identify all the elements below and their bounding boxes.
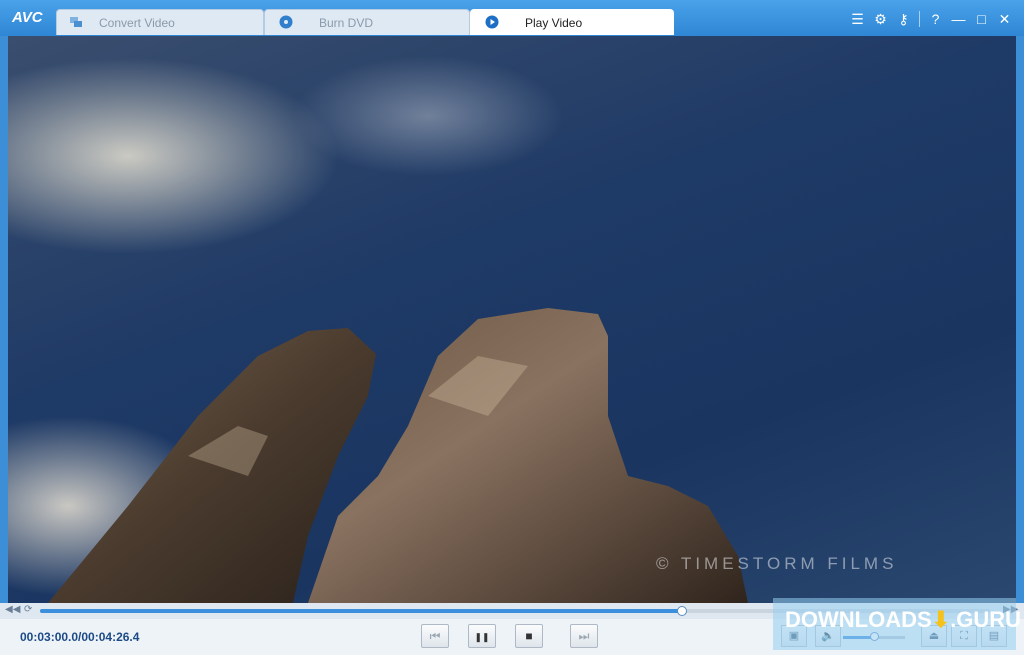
previous-button[interactable]: ⏮ — [421, 624, 449, 648]
watermark-text: DOWNLOADS⬇.GURU — [785, 607, 1021, 633]
pause-button[interactable]: ❚❚ — [468, 624, 496, 648]
video-viewport[interactable]: © TIMESTORM FILMS — [8, 36, 1016, 603]
tab-convert-video[interactable]: Convert Video — [56, 9, 264, 35]
video-frame-image — [48, 308, 748, 603]
pause-icon: ❚❚ — [474, 632, 490, 642]
watermark-brand-right: .GURU — [950, 607, 1021, 632]
tab-label: Burn DVD — [319, 16, 374, 30]
separator — [919, 11, 920, 27]
loop-icon[interactable]: ⟳ — [24, 604, 32, 615]
watermark-brand-left: DOWNLOADS — [785, 607, 932, 632]
close-icon[interactable]: ✕ — [993, 10, 1016, 28]
gear-icon[interactable]: ⚙ — [869, 10, 892, 28]
play-circle-icon — [485, 15, 499, 29]
previous-icon: ⏮ — [429, 629, 441, 643]
tab-label: Play Video — [525, 16, 583, 30]
stop-button[interactable]: ■ — [515, 624, 543, 648]
list-icon[interactable]: ☰ — [846, 10, 869, 28]
seek-handle[interactable] — [677, 606, 688, 616]
help-icon[interactable]: ? — [924, 10, 947, 28]
video-watermark: © TIMESTORM FILMS — [656, 554, 898, 573]
next-button[interactable]: ⏭ — [570, 624, 598, 648]
seek-progress — [40, 609, 683, 613]
tab-play-video[interactable]: Play Video — [470, 9, 674, 35]
minimize-icon[interactable]: — — [947, 10, 970, 28]
convert-icon — [70, 17, 82, 27]
timecode: 00:03:00.0/00:04:26.4 — [20, 630, 140, 644]
tab-burn-dvd[interactable]: Burn DVD — [264, 9, 470, 35]
window-controls: ☰ ⚙ ⚷ ? — □ ✕ — [846, 10, 1016, 28]
seek-back-icon[interactable]: ◀◀ — [5, 604, 20, 615]
key-icon[interactable]: ⚷ — [892, 10, 915, 28]
title-bar: AVC Convert Video Burn DVD Play Video ☰ … — [0, 0, 1024, 36]
downloads-guru-watermark: DOWNLOADS⬇.GURU — [773, 598, 1021, 650]
download-arrow-icon: ⬇ — [931, 607, 951, 632]
tab-label: Convert Video — [99, 16, 175, 30]
stop-icon: ■ — [525, 629, 533, 643]
next-icon: ⏭ — [578, 629, 590, 643]
maximize-icon[interactable]: □ — [970, 10, 993, 28]
app-logo: AVC — [12, 9, 43, 26]
disc-icon — [279, 15, 293, 29]
